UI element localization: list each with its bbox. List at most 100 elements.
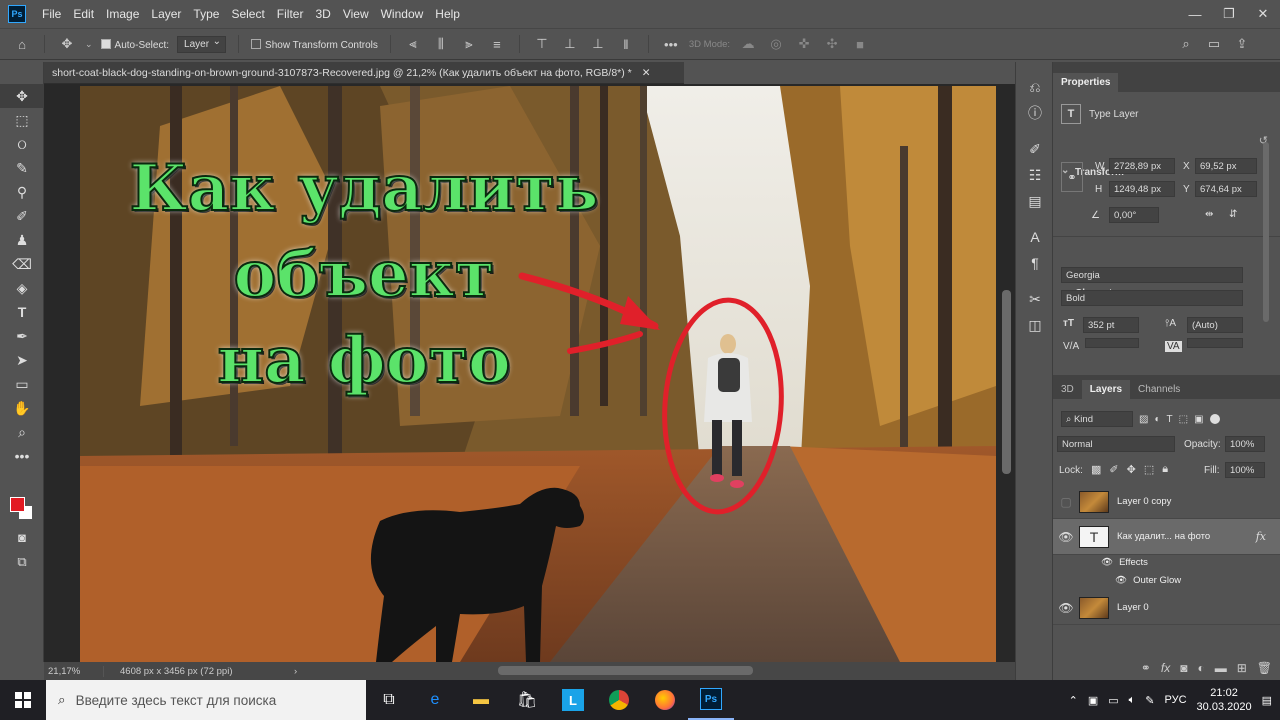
layer-row-copy[interactable]: ▢ Layer 0 copy bbox=[1053, 485, 1280, 519]
height-field[interactable]: 1249,48 px bbox=[1109, 181, 1175, 197]
font-size-field[interactable]: 352 pt bbox=[1083, 317, 1139, 333]
trash-icon[interactable]: 🗑︎ bbox=[1257, 661, 1272, 675]
blend-mode-select[interactable]: Normal bbox=[1057, 436, 1175, 452]
tracking-field[interactable] bbox=[1187, 338, 1243, 348]
zoom-tool-icon[interactable]: ⌕ bbox=[0, 420, 44, 444]
stamp-tool-icon[interactable]: ♟ bbox=[0, 228, 44, 252]
x-field[interactable]: 69,52 px bbox=[1195, 158, 1257, 174]
clock[interactable]: 21:02 30.03.2020 bbox=[1197, 686, 1252, 714]
maximize-icon[interactable]: ❐ bbox=[1212, 0, 1246, 28]
properties-scrollbar[interactable] bbox=[1263, 142, 1269, 322]
menu-file[interactable]: File bbox=[36, 7, 67, 21]
link-layers-icon[interactable]: ⚭ bbox=[1141, 661, 1151, 675]
layer-row-base[interactable]: 👁︎ Layer 0 bbox=[1053, 591, 1280, 625]
lock-artboard-icon[interactable]: ⬚ bbox=[1144, 463, 1154, 476]
photoshop-logo[interactable]: Ps bbox=[8, 5, 26, 23]
status-chevron-icon[interactable]: › bbox=[294, 666, 297, 677]
shape-filter-icon[interactable]: ⬚ bbox=[1179, 414, 1188, 425]
workspace-icon[interactable]: ▭ bbox=[1204, 34, 1224, 54]
tab-channels[interactable]: Channels bbox=[1130, 380, 1188, 399]
new-layer-icon[interactable]: ⊞ bbox=[1237, 661, 1247, 675]
move-tool-icon[interactable]: ✥ bbox=[0, 84, 44, 108]
pen-tool-icon[interactable]: ✒ bbox=[0, 324, 44, 348]
adjustments-icon[interactable]: ☷ bbox=[1016, 162, 1054, 188]
menu-type[interactable]: Type bbox=[187, 7, 225, 21]
smart-filter-icon[interactable]: ▣ bbox=[1194, 414, 1203, 425]
width-field[interactable]: 2728,89 px bbox=[1109, 158, 1175, 174]
marquee-tool-icon[interactable]: ⬚ bbox=[0, 108, 44, 132]
flip-horizontal-icon[interactable]: ⇹ bbox=[1205, 209, 1213, 220]
menu-filter[interactable]: Filter bbox=[271, 7, 310, 21]
leading-field[interactable]: (Auto) bbox=[1187, 317, 1243, 333]
screen-mode-icon[interactable]: ⧉ bbox=[10, 554, 34, 574]
volume-icon[interactable]: 🔈︎ bbox=[1129, 694, 1136, 707]
close-icon[interactable]: ✕ bbox=[1246, 0, 1280, 28]
mask-icon[interactable]: ◙ bbox=[1180, 661, 1187, 675]
search-icon[interactable]: ⌕ bbox=[1176, 34, 1196, 54]
meet-icon[interactable]: ▣ bbox=[1088, 694, 1098, 707]
rectangle-tool-icon[interactable]: ▭ bbox=[0, 372, 44, 396]
character-icon[interactable]: A bbox=[1016, 224, 1054, 250]
menu-help[interactable]: Help bbox=[429, 7, 466, 21]
cube-icon[interactable]: ◫ bbox=[1016, 312, 1054, 338]
foreground-color-swatch[interactable] bbox=[10, 497, 25, 512]
eyedropper-icon[interactable]: ⚲ bbox=[0, 180, 44, 204]
menu-3d[interactable]: 3D bbox=[309, 7, 336, 21]
chrome-icon[interactable] bbox=[596, 680, 642, 720]
minimize-icon[interactable]: — bbox=[1178, 0, 1212, 28]
outer-glow-row[interactable]: 👁︎ Outer Glow bbox=[1115, 575, 1181, 586]
edge-icon[interactable]: e bbox=[412, 680, 458, 720]
menu-edit[interactable]: Edit bbox=[67, 7, 100, 21]
close-tab-icon[interactable]: ✕ bbox=[642, 67, 651, 79]
visibility-off-icon[interactable]: ▢ bbox=[1053, 495, 1079, 509]
document-tab[interactable]: short-coat-black-dog-standing-on-brown-g… bbox=[44, 62, 684, 84]
move-tool-icon[interactable]: ✥ bbox=[57, 34, 77, 54]
quick-select-icon[interactable]: ✎ bbox=[0, 156, 44, 180]
align-right-icon[interactable]: ⫸ bbox=[459, 34, 479, 54]
adjustment-layer-icon[interactable]: ◐ bbox=[1197, 661, 1204, 675]
distribute-icon[interactable]: ≡ bbox=[487, 34, 507, 54]
vertical-scrollbar[interactable] bbox=[1002, 290, 1011, 474]
more-tools-icon[interactable]: ••• bbox=[0, 444, 44, 468]
eye-icon[interactable]: 👁︎ bbox=[1115, 575, 1127, 586]
menu-select[interactable]: Select bbox=[225, 7, 270, 21]
chevron-down-icon[interactable]: ⌄ bbox=[85, 39, 93, 50]
tab-properties[interactable]: Properties bbox=[1053, 73, 1119, 92]
tray-chevron-icon[interactable]: ⌃ bbox=[1069, 694, 1078, 707]
fx-icon[interactable]: fx bbox=[1161, 661, 1170, 675]
libraries-icon[interactable]: ▤ bbox=[1016, 188, 1054, 214]
eye-icon[interactable]: 👁︎ bbox=[1101, 557, 1113, 568]
brush-tool-icon[interactable]: ✐ bbox=[0, 204, 44, 228]
lock-position-icon[interactable]: ✥ bbox=[1127, 463, 1136, 476]
eye-icon[interactable]: 👁︎ bbox=[1053, 530, 1079, 544]
tools-icon[interactable]: ✂ bbox=[1016, 286, 1054, 312]
windows-start-icon[interactable] bbox=[0, 680, 46, 720]
info-icon[interactable]: ⓘ bbox=[1016, 100, 1054, 126]
effects-row[interactable]: 👁︎ Effects bbox=[1101, 557, 1148, 568]
font-style-select[interactable]: Bold bbox=[1061, 290, 1243, 306]
tab-layers[interactable]: Layers bbox=[1081, 380, 1131, 399]
taskbar-search[interactable]: ⌕ Введите здесь текст для поиска bbox=[46, 680, 366, 720]
align-center-icon[interactable]: ⫼ bbox=[431, 34, 451, 54]
image-canvas[interactable]: Как удалить объект на фото bbox=[80, 86, 996, 662]
menu-view[interactable]: View bbox=[337, 7, 375, 21]
quick-mask-icon[interactable]: ◙ bbox=[10, 530, 34, 550]
path-select-icon[interactable]: ➤ bbox=[0, 348, 44, 372]
share-icon[interactable]: ⇪ bbox=[1232, 34, 1252, 54]
adjustment-filter-icon[interactable]: ◐ bbox=[1154, 414, 1160, 425]
fx-badge[interactable]: fx bbox=[1256, 530, 1266, 543]
notifications-icon[interactable]: ▤ bbox=[1262, 694, 1272, 707]
photoshop-taskbar-icon[interactable]: Ps bbox=[688, 680, 734, 720]
home-icon[interactable]: ⌂ bbox=[12, 34, 32, 54]
font-family-select[interactable]: Georgia bbox=[1061, 267, 1243, 283]
menu-image[interactable]: Image bbox=[100, 7, 145, 21]
auto-select-dropdown[interactable]: Layer bbox=[177, 35, 227, 53]
layer-row-text[interactable]: 👁︎ T Как удалит... на фото fx bbox=[1053, 519, 1280, 555]
align-left-icon[interactable]: ⫷ bbox=[403, 34, 423, 54]
flip-vertical-icon[interactable]: ⇵ bbox=[1229, 209, 1237, 220]
link-icon[interactable]: ⚭ bbox=[1061, 162, 1083, 192]
language-indicator[interactable]: РУС bbox=[1165, 694, 1187, 706]
lock-paint-icon[interactable]: ✐ bbox=[1109, 463, 1118, 476]
brush-settings-icon[interactable]: ✐ bbox=[1016, 136, 1054, 162]
type-filter-icon[interactable]: T bbox=[1167, 414, 1173, 425]
